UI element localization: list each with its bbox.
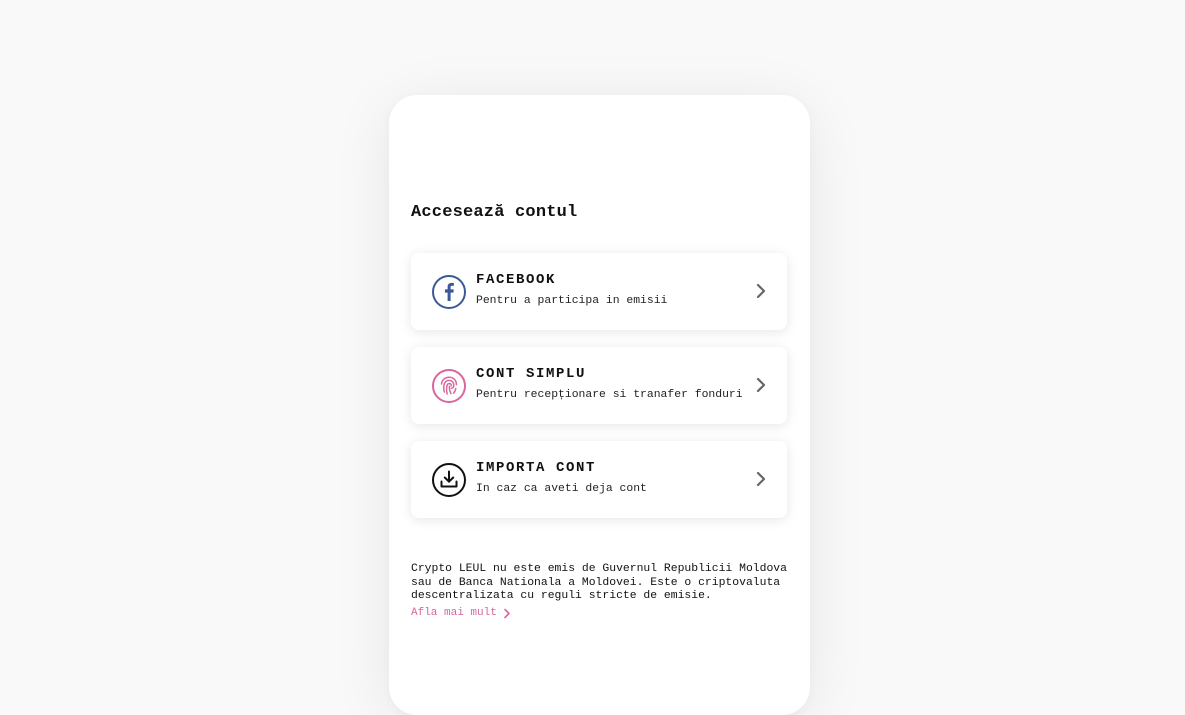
disclaimer-text: Crypto LEUL nu este emis de Guvernul Rep… <box>411 563 787 603</box>
fingerprint-icon <box>431 368 467 404</box>
import-account-option-title: IMPORTA CONT <box>476 460 597 476</box>
download-icon <box>431 462 467 498</box>
chevron-right-icon <box>504 608 510 618</box>
phone-screen: Accesează contul FACEBOOK Pentru a parti… <box>389 95 810 715</box>
facebook-option-subtitle: Pentru a participa in emisii <box>476 295 668 307</box>
simple-account-card[interactable]: CONT SIMPLU Pentru recepționare si trana… <box>411 347 787 424</box>
facebook-icon <box>431 274 467 310</box>
chevron-right-icon <box>755 376 767 394</box>
facebook-option-title: FACEBOOK <box>476 272 557 288</box>
import-account-card[interactable]: IMPORTA CONT In caz ca aveti deja cont <box>411 441 787 518</box>
page-title: Accesează contul <box>411 203 578 222</box>
learn-more-link[interactable]: Afla mai mult <box>411 607 511 619</box>
chevron-right-icon <box>755 282 767 300</box>
facebook-login-card[interactable]: FACEBOOK Pentru a participa in emisii <box>411 253 787 330</box>
learn-more-label: Afla mai mult <box>411 607 497 619</box>
simple-account-option-title: CONT SIMPLU <box>476 366 587 382</box>
simple-account-option-subtitle: Pentru recepționare si tranafer fonduri <box>476 389 743 401</box>
chevron-right-icon <box>755 470 767 488</box>
import-account-option-subtitle: In caz ca aveti deja cont <box>476 483 647 495</box>
